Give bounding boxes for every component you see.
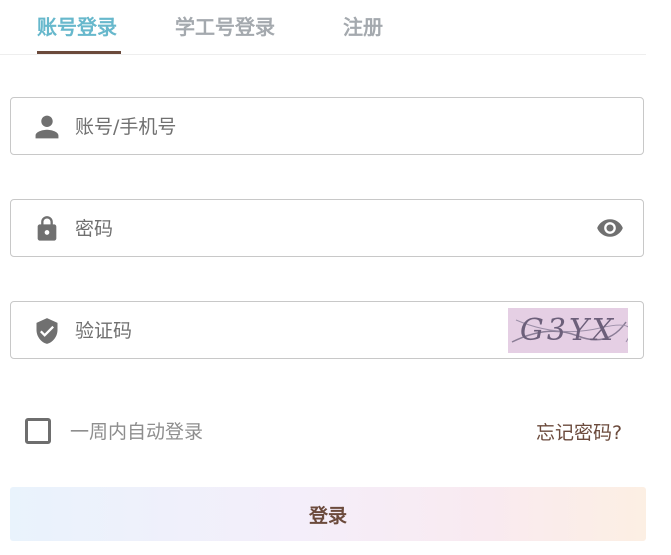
login-tabs: 账号登录 学工号登录 注册 (0, 0, 646, 55)
account-input[interactable] (73, 108, 517, 146)
remember-label: 一周内自动登录 (70, 421, 204, 443)
forgot-password-link[interactable]: 忘记密码? (536, 419, 622, 447)
password-field (10, 199, 644, 257)
remember-checkbox[interactable] (25, 418, 51, 444)
shield-check-icon (36, 318, 58, 344)
eye-icon[interactable] (593, 214, 627, 242)
user-icon (35, 115, 59, 139)
account-field (10, 97, 644, 155)
active-tab-indicator (37, 51, 121, 54)
captcha-code: G3YX (519, 313, 617, 348)
password-input[interactable] (73, 210, 517, 248)
login-button[interactable]: 登录 (10, 487, 646, 541)
tab-staff-id-login[interactable]: 学工号登录 (175, 12, 275, 42)
tab-register[interactable]: 注册 (343, 12, 383, 42)
captcha-input[interactable] (73, 312, 497, 350)
lock-icon (37, 216, 57, 241)
captcha-field: G3YX (10, 301, 644, 359)
captcha-image[interactable]: G3YX (508, 308, 628, 353)
tab-account-login[interactable]: 账号登录 (37, 12, 117, 42)
